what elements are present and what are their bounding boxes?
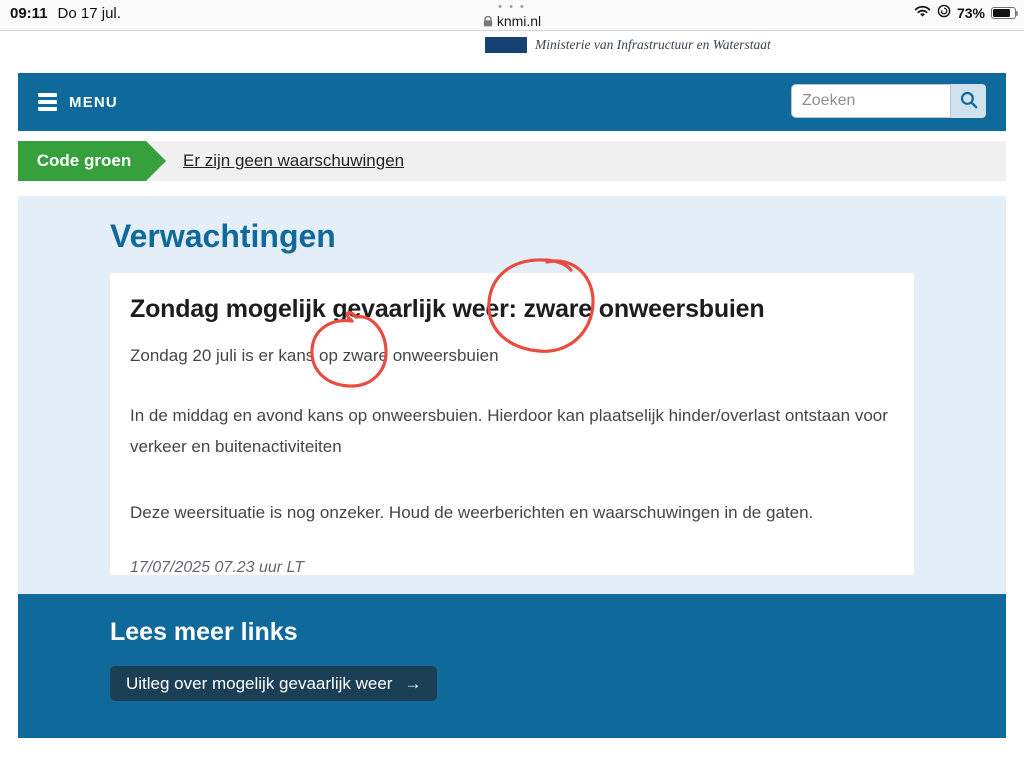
rijksoverheid-logo: Ministerie van Infrastructuur en Waterst… [485, 37, 771, 53]
code-groen-label: Code groen [36, 151, 132, 171]
arrow-right-icon: → [404, 674, 421, 694]
forecast-card: Zondag mogelijk gevaarlijk weer: zware o… [110, 273, 914, 575]
warning-status-bar: Code groen Er zijn geen waarschuwingen [18, 141, 1006, 181]
cta-label: Uitleg over mogelijk gevaarlijk weer [126, 674, 392, 694]
no-warnings-link[interactable]: Er zijn geen waarschuwingen [183, 151, 404, 171]
search-input[interactable] [791, 84, 951, 118]
code-groen-badge[interactable]: Code groen [18, 141, 166, 181]
lock-icon [483, 14, 493, 30]
battery-icon [991, 7, 1016, 19]
read-more-section: Lees meer links Uitleg over mogelijk gev… [18, 594, 1006, 738]
main-navigation-bar: MENU [18, 73, 1006, 131]
orientation-lock-icon [937, 4, 951, 21]
card-subheading: Zondag 20 juli is er kans op zware onwee… [130, 346, 894, 366]
url-text: knmi.nl [497, 13, 541, 29]
wifi-icon [914, 5, 931, 21]
card-heading: Zondag mogelijk gevaarlijk weer: zware o… [130, 295, 894, 324]
site-header: Ministerie van Infrastructuur en Waterst… [0, 32, 1024, 72]
card-paragraph-2: Deze weersituatie is nog onzeker. Houd d… [130, 503, 894, 523]
tab-overview-dots-icon[interactable]: • • • [0, 3, 1024, 11]
search-button[interactable] [951, 84, 986, 118]
search-area [791, 84, 986, 118]
menu-button[interactable]: MENU [38, 93, 118, 111]
page-title: Verwachtingen [110, 218, 336, 255]
address-bar[interactable]: knmi.nl [0, 13, 1024, 30]
search-icon [960, 91, 978, 112]
battery-percent: 73% [957, 5, 985, 21]
card-paragraph-1: In de middag en avond kans op onweersbui… [130, 400, 894, 463]
read-more-heading: Lees meer links [110, 618, 298, 647]
dangerous-weather-info-button[interactable]: Uitleg over mogelijk gevaarlijk weer → [110, 666, 437, 701]
ministry-wordmark: Ministerie van Infrastructuur en Waterst… [535, 37, 771, 53]
logo-block [485, 37, 527, 53]
status-bar-right: 73% [914, 4, 1016, 21]
hamburger-icon [38, 93, 57, 111]
forecast-section: Verwachtingen Zondag mogelijk gevaarlijk… [18, 196, 1006, 594]
browser-chrome: 09:11 Do 17 jul. • • • knmi.nl 73% [0, 0, 1024, 31]
card-timestamp: 17/07/2025 07.23 uur LT [130, 559, 894, 577]
menu-label: MENU [69, 94, 118, 111]
